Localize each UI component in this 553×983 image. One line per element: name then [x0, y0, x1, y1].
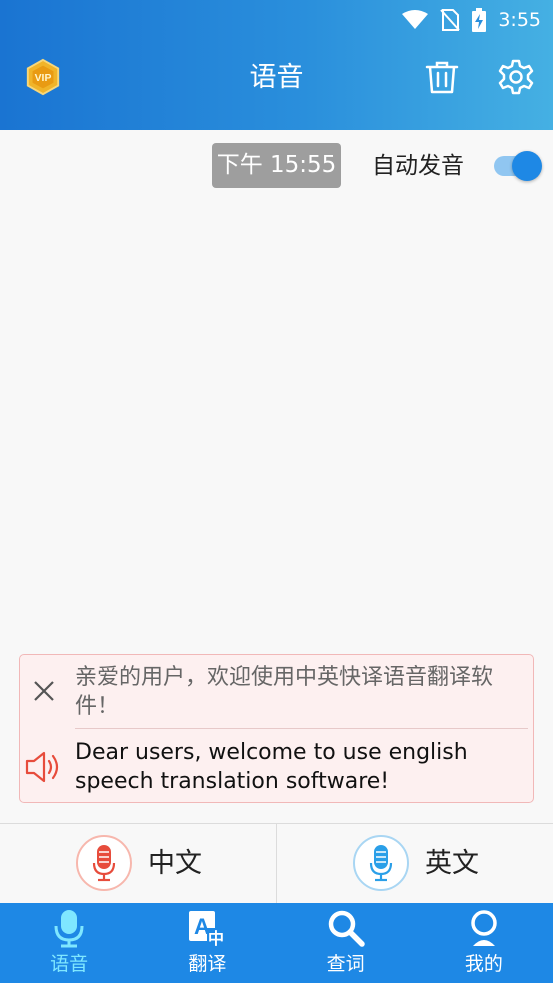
nav-label-lookup: 查词 — [326, 953, 365, 975]
nav-item-lookup[interactable]: 查词 — [277, 903, 415, 983]
translate-icon: A 中 — [189, 911, 226, 948]
english-mic-button[interactable] — [353, 835, 409, 891]
auto-speak-toggle[interactable] — [492, 150, 544, 182]
nav-label-mine: 我的 — [464, 953, 503, 975]
app-header: 3:55 VIP 语音 — [0, 0, 553, 130]
nav-item-translate[interactable]: A 中 翻译 — [138, 903, 276, 983]
nav-item-voice[interactable]: 语音 — [0, 903, 138, 983]
nav-label-translate: 翻译 — [188, 953, 227, 975]
profile-icon — [471, 910, 497, 946]
chinese-label: 中文 — [148, 848, 202, 879]
welcome-tip-card: 亲爱的用户，欢迎使用中英快译语音翻译软件！ Dear users, welcom… — [19, 654, 534, 803]
gear-icon[interactable] — [497, 58, 535, 96]
page-title: 语音 — [249, 62, 304, 93]
tip-english-text: Dear users, welcome to use english speec… — [75, 740, 468, 794]
tip-divider — [75, 728, 528, 729]
microphone-icon — [92, 845, 116, 882]
trash-icon[interactable] — [424, 59, 460, 95]
nav-item-mine[interactable]: 我的 — [415, 903, 553, 983]
status-bar: 3:55 — [402, 6, 541, 34]
message-timestamp: 下午 15:55 — [212, 143, 341, 188]
chinese-voice-button[interactable]: 中文 — [0, 824, 276, 904]
microphone-icon — [54, 910, 84, 948]
wifi-icon — [402, 10, 429, 29]
search-icon — [328, 910, 365, 947]
status-time: 3:55 — [498, 9, 541, 31]
english-voice-button[interactable]: 英文 — [277, 824, 553, 904]
nav-label-voice: 语音 — [50, 953, 89, 975]
microphone-icon — [369, 845, 393, 882]
close-icon[interactable] — [32, 679, 56, 703]
toggle-knob — [512, 151, 542, 181]
battery-charging-icon — [472, 8, 487, 32]
english-label: 英文 — [425, 848, 479, 879]
tip-chinese-text: 亲爱的用户，欢迎使用中英快译语音翻译软件！ — [75, 665, 494, 719]
chinese-mic-button[interactable] — [76, 835, 132, 891]
language-bar: 中文 英文 — [0, 823, 553, 904]
auto-speak-label: 自动发音 — [372, 153, 464, 179]
no-sim-icon — [440, 9, 461, 31]
speaker-icon[interactable] — [24, 749, 64, 785]
bottom-nav: 语音 A 中 翻译 查词 我的 — [0, 903, 553, 983]
svg-text:中: 中 — [208, 929, 224, 948]
